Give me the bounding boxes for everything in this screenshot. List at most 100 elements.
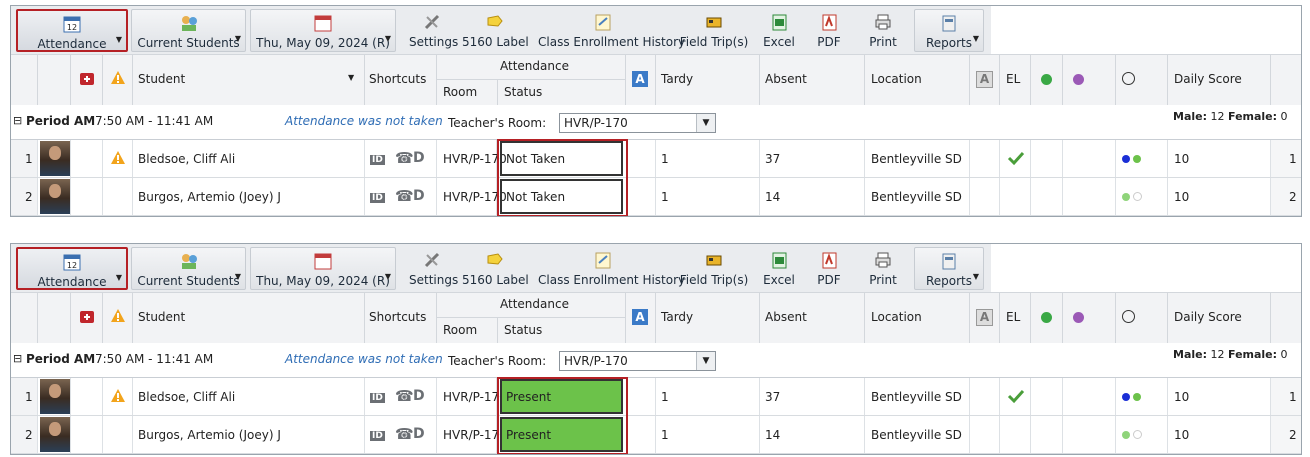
green-circle-icon: [1041, 312, 1052, 326]
period-name: Period AM: [26, 352, 96, 366]
tardy-value: 1: [661, 428, 669, 442]
phone-icon[interactable]: ☎: [395, 187, 414, 205]
phone-icon[interactable]: ☎: [395, 387, 414, 405]
chevron-down-icon[interactable]: ▼: [116, 35, 122, 44]
pdf-button[interactable]: PDF: [811, 9, 847, 52]
table-row[interactable]: 2 Burgos, Artemio (Joey) J ID ☎ D HVR/P-…: [11, 416, 1301, 454]
daily-score-column-header: Daily Score: [1174, 72, 1242, 86]
chevron-down-icon[interactable]: ▼: [116, 273, 122, 282]
table-row[interactable]: 1 Bledsoe, Cliff Ali ID ☎ D HVR/P-170 No…: [11, 140, 1301, 178]
chevron-down-icon[interactable]: ▼: [696, 352, 715, 370]
d-icon[interactable]: D: [413, 426, 425, 442]
attendance-panel-after: 12 Attendance ▼ Current Students ▼ Thu, …: [10, 243, 1302, 455]
table-row[interactable]: 1 Bledsoe, Cliff Ali ID ☎ D HVR/P-170 Pr…: [11, 378, 1301, 416]
student-name[interactable]: Burgos, Artemio (Joey) J: [138, 428, 281, 442]
tardy-value: 1: [661, 152, 669, 166]
a-badge-icon: A: [632, 71, 648, 87]
table-row[interactable]: 2 Burgos, Artemio (Joey) J ID ☎ D HVR/P-…: [11, 178, 1301, 216]
d-icon[interactable]: D: [413, 150, 425, 166]
class-enrollment-history-button[interactable]: Class Enrollment History: [538, 9, 685, 52]
row-number: 1: [25, 390, 33, 404]
attendance-status-box[interactable]: Not Taken: [500, 141, 623, 176]
excel-button[interactable]: Excel: [759, 247, 799, 290]
student-name[interactable]: Bledsoe, Cliff Ali: [138, 390, 235, 404]
row-index: 2: [1289, 190, 1297, 204]
collapse-icon[interactable]: ⊟: [13, 352, 22, 365]
attendance-not-taken-notice: Attendance was not taken: [285, 352, 443, 366]
id-card-icon[interactable]: ID: [370, 389, 388, 403]
student-column-header[interactable]: Student: [138, 72, 185, 86]
field-trips-button[interactable]: Field Trip(s): [679, 9, 749, 52]
id-card-icon[interactable]: ID: [370, 151, 388, 165]
period-row: ⊟ Period AM 7:50 AM - 11:41 AM Attendanc…: [11, 343, 1301, 378]
id-card-icon[interactable]: ID: [370, 189, 388, 203]
d-icon[interactable]: D: [413, 388, 425, 404]
student-name[interactable]: Bledsoe, Cliff Ali: [138, 152, 235, 166]
chevron-down-icon[interactable]: ▼: [973, 272, 979, 281]
status-column-header: Status: [504, 323, 543, 337]
current-students-button[interactable]: Current Students ▼: [131, 247, 246, 290]
collapse-icon[interactable]: ⊟: [13, 114, 22, 127]
teachers-room-select[interactable]: HVR/P-170 ▼: [559, 351, 716, 371]
label-5160-button[interactable]: 5160 Label: [462, 247, 529, 290]
reports-button[interactable]: Reports ▼: [914, 247, 984, 290]
printer-icon: [863, 251, 903, 271]
pdf-button[interactable]: PDF: [811, 247, 847, 290]
warning-icon: [110, 150, 126, 169]
printer-icon: [863, 13, 903, 33]
checkmark-icon: [1007, 150, 1025, 169]
teachers-room-label: Teacher's Room:: [448, 116, 547, 130]
student-name[interactable]: Burgos, Artemio (Joey) J: [138, 190, 281, 204]
phone-icon[interactable]: ☎: [395, 425, 414, 443]
chevron-down-icon[interactable]: ▼: [973, 34, 979, 43]
table-header: Student Shortcuts Attendance Room Status…: [11, 292, 1301, 344]
location-column-header: Location: [871, 72, 922, 86]
student-column-header[interactable]: Student: [138, 310, 185, 324]
chevron-down-icon[interactable]: ▼: [235, 34, 241, 43]
chevron-down-icon[interactable]: ▼: [385, 272, 391, 281]
student-sort-caret-icon[interactable]: ▼: [348, 73, 354, 82]
date-button[interactable]: Thu, May 09, 2024 (R) ▼: [250, 9, 396, 52]
current-students-button[interactable]: Current Students ▼: [131, 9, 246, 52]
field-trips-button[interactable]: Field Trip(s): [679, 247, 749, 290]
chevron-down-icon[interactable]: ▼: [696, 114, 715, 132]
reports-button[interactable]: Reports ▼: [914, 9, 984, 52]
attendance-status-box[interactable]: Present: [500, 417, 623, 452]
a-badge-icon: A: [632, 309, 648, 325]
attendance-status-box[interactable]: Present: [500, 379, 623, 414]
a-badge-gray-icon: A: [976, 71, 993, 88]
student-photo: [40, 417, 70, 452]
id-card-icon[interactable]: ID: [370, 427, 388, 441]
row-index: 1: [1289, 152, 1297, 166]
row-index: 1: [1289, 390, 1297, 404]
status-column-header: Status: [504, 85, 543, 99]
settings-button[interactable]: Settings: [409, 247, 458, 290]
phone-icon[interactable]: ☎: [395, 149, 414, 167]
settings-button[interactable]: Settings: [409, 9, 458, 52]
attendance-status-box[interactable]: Not Taken: [500, 179, 623, 214]
attendance-button[interactable]: 12 Attendance ▼: [16, 9, 128, 52]
absent-value: 37: [765, 152, 781, 166]
teachers-room-select[interactable]: HVR/P-170 ▼: [559, 113, 716, 133]
excel-button[interactable]: Excel: [759, 9, 799, 52]
attendance-button[interactable]: 12 Attendance ▼: [16, 247, 128, 290]
date-button[interactable]: Thu, May 09, 2024 (R) ▼: [250, 247, 396, 290]
shortcuts-column-header: Shortcuts: [369, 310, 427, 324]
tardy-column-header: Tardy: [661, 310, 694, 324]
students-icon: [132, 252, 245, 272]
attendance-panel-before: 12 Attendance ▼ Current Students ▼ Thu, …: [10, 5, 1302, 217]
empty-circle-icon: [1122, 72, 1135, 88]
location-value: Bentleyville SD: [871, 390, 962, 404]
print-button[interactable]: Print: [863, 247, 903, 290]
class-enrollment-history-button[interactable]: Class Enrollment History: [538, 247, 685, 290]
chevron-down-icon[interactable]: ▼: [385, 34, 391, 43]
label-5160-button[interactable]: 5160 Label: [462, 9, 529, 52]
green-circle-icon: [1041, 74, 1052, 88]
bus-icon: [679, 13, 749, 33]
label-icon: [462, 251, 528, 271]
period-time: 7:50 AM - 11:41 AM: [95, 352, 214, 366]
d-icon[interactable]: D: [413, 188, 425, 204]
chevron-down-icon[interactable]: ▼: [235, 272, 241, 281]
warning-icon: [110, 70, 126, 89]
print-button[interactable]: Print: [863, 9, 903, 52]
